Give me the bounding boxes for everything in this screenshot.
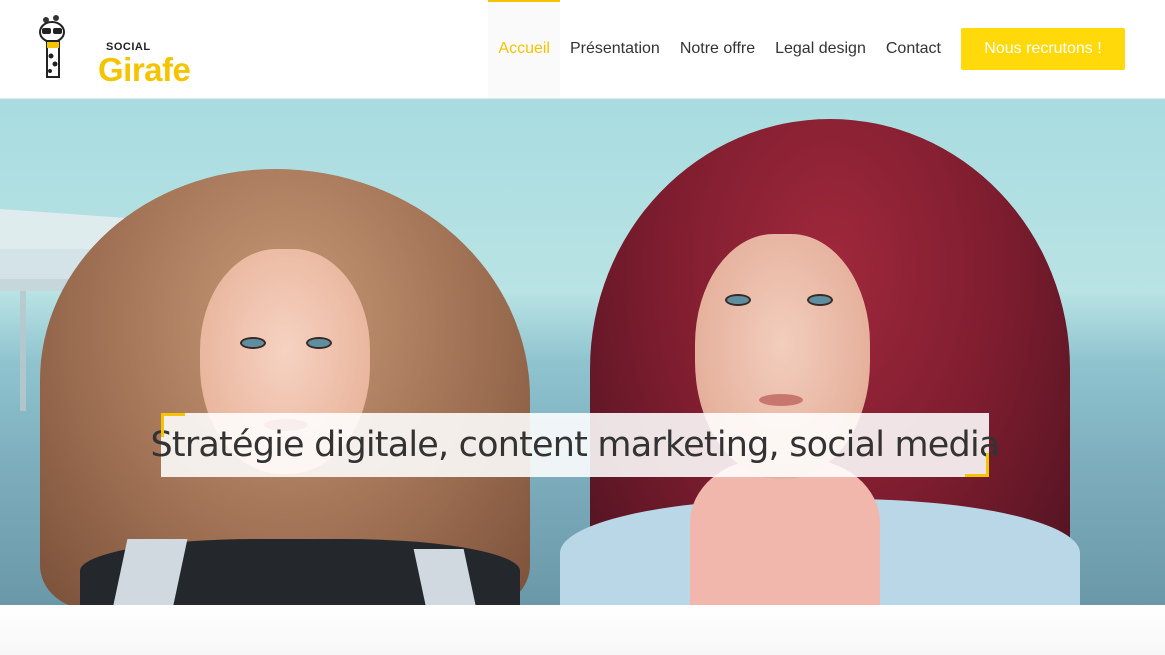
- nav-item-presentation[interactable]: Présentation: [560, 0, 670, 98]
- nav-item-legal-design[interactable]: Legal design: [765, 0, 876, 98]
- eye: [807, 294, 833, 306]
- hero-caption: Stratégie digitale, content marketing, s…: [150, 425, 1000, 465]
- eye: [240, 337, 266, 349]
- giraffe-icon: [39, 15, 65, 78]
- nav-item-accueil[interactable]: Accueil: [488, 0, 560, 98]
- woman-right-sweater: [690, 459, 880, 605]
- mouth: [759, 394, 803, 406]
- hero-banner: [0, 99, 1165, 605]
- eye: [725, 294, 751, 306]
- main-nav: Accueil Présentation Notre offre Legal d…: [488, 0, 1125, 98]
- hero-caption-box: Stratégie digitale, content marketing, s…: [150, 413, 1000, 477]
- caption-corner-top-left: [161, 413, 185, 437]
- content-section: [0, 605, 1165, 655]
- social-girafe-logo[interactable]: SOCIAL Girafe: [38, 14, 191, 86]
- eye: [306, 337, 332, 349]
- site-header: SOCIAL Girafe Accueil Présentation Notre…: [0, 0, 1165, 99]
- nav-item-contact[interactable]: Contact: [876, 0, 951, 98]
- nav-item-notre-offre[interactable]: Notre offre: [670, 0, 765, 98]
- recruiting-button[interactable]: Nous recrutons !: [961, 28, 1125, 70]
- caption-corner-bottom-right: [965, 453, 989, 477]
- logo-big-text: Girafe: [98, 51, 191, 88]
